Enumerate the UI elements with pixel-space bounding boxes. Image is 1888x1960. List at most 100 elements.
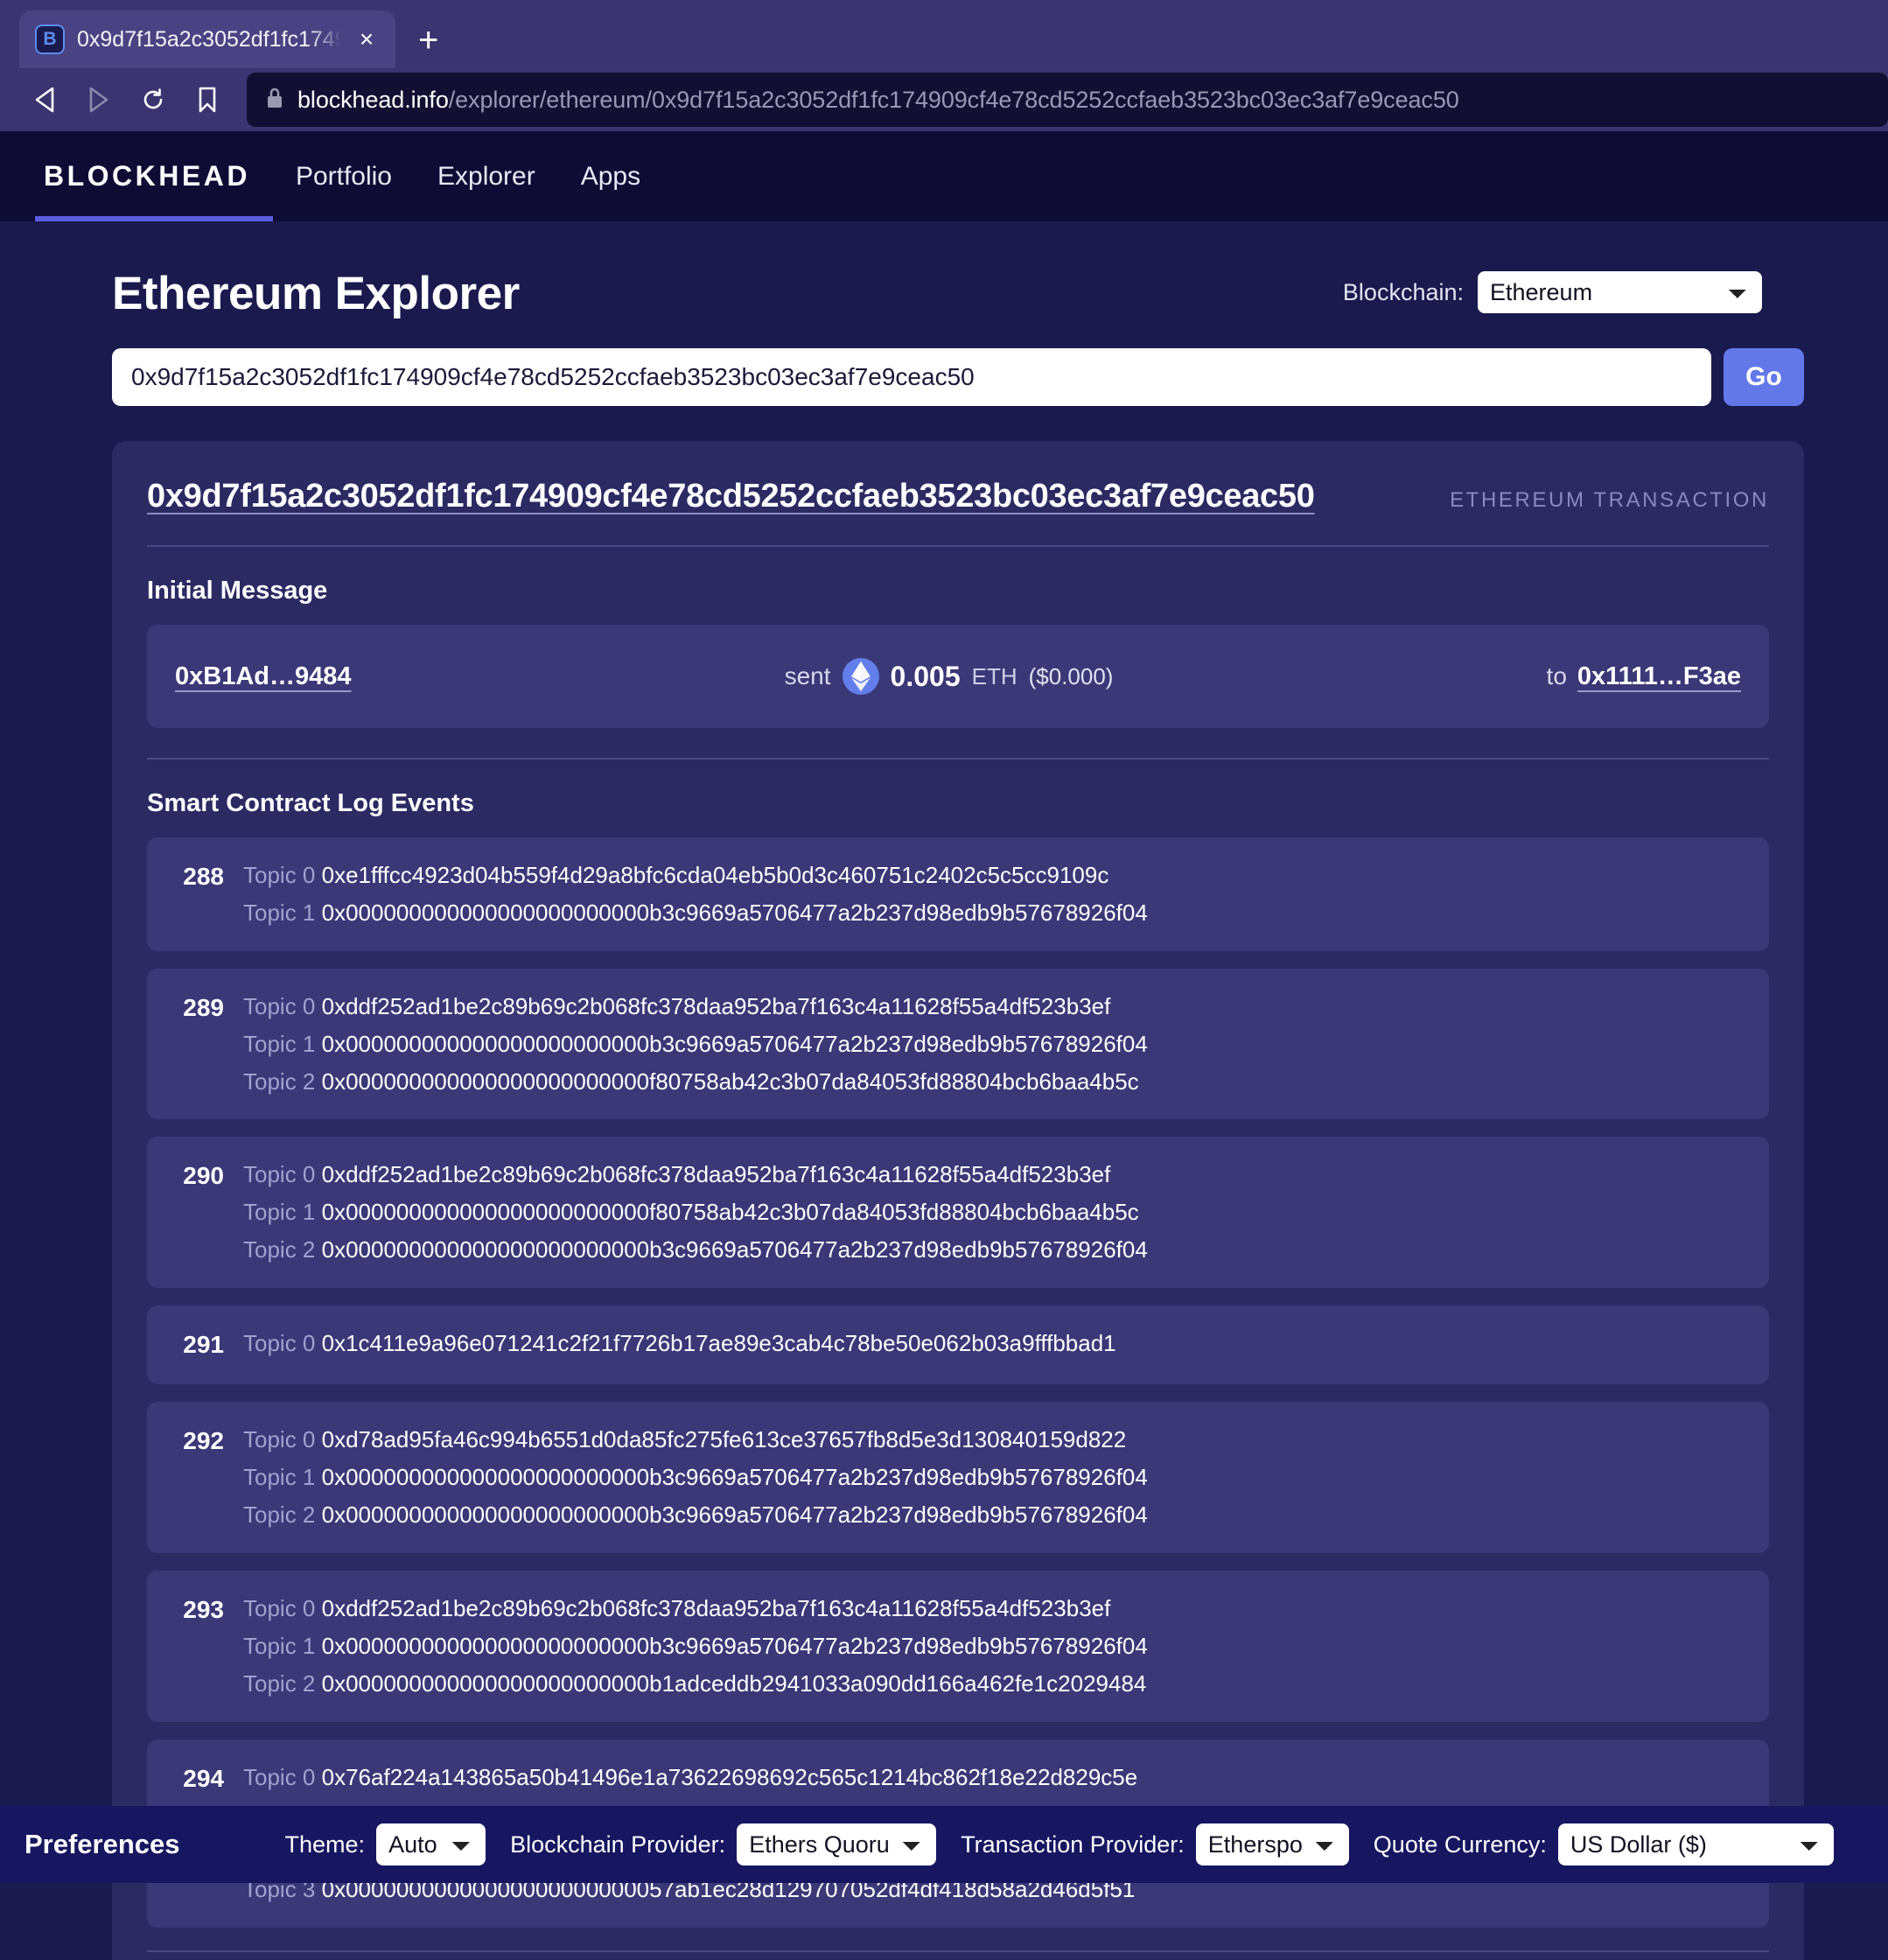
log-event-row: 291 Topic 0 0x1c411e9a96e071241c2f21f7726…: [147, 1306, 1769, 1385]
topic-label: Topic 1: [243, 1030, 316, 1057]
ethereum-icon: [842, 658, 879, 695]
topic-label: Topic 2: [243, 1068, 316, 1095]
browser-tab[interactable]: B 0x9d7f15a2c3052df1fc174909c ×: [19, 10, 395, 68]
log-event-topic: Topic 2 0x000000000000000000000000f80758…: [243, 1063, 1148, 1101]
brand-logo[interactable]: BLOCKHEAD: [35, 131, 273, 221]
url-bar-row: blockhead.info/explorer/ethereum/0x9d7f1…: [0, 68, 1888, 131]
lock-icon: [266, 87, 283, 114]
log-event-topic: Topic 0 0x76af224a143865a50b41496e1a7362…: [243, 1759, 1156, 1796]
topic-value: 0xd78ad95fa46c994b6551d0da85fc275fe613ce…: [321, 1426, 1127, 1453]
address-bar-text: blockhead.info/explorer/ethereum/0x9d7f1…: [297, 87, 1459, 114]
blockchain-provider-select[interactable]: Ethers Quorum: [737, 1824, 937, 1866]
transfer-symbol: ETH: [971, 662, 1017, 690]
sent-label: sent: [784, 662, 831, 690]
theme-group: Theme: Auto: [285, 1824, 486, 1866]
log-event-row: 288 Topic 0 0xe1fffcc4923d04b559f4d29a8bf…: [147, 837, 1769, 951]
topic-value: 0x000000000000000000000000b3c9669a570647…: [321, 1632, 1148, 1659]
recipient-group: to 0x1111…F3ae: [1547, 662, 1741, 691]
site-header: BLOCKHEAD Portfolio Explorer Apps: [0, 131, 1888, 221]
log-event-topic: Topic 1 0x000000000000000000000000b3c966…: [243, 894, 1148, 932]
topic-value: 0x000000000000000000000000b3c9669a570647…: [321, 1236, 1148, 1264]
transfer-fiat-value: ($0.000): [1028, 662, 1114, 690]
theme-label: Theme:: [284, 1830, 366, 1858]
log-event-topic: Topic 2 0x000000000000000000000000b3c966…: [243, 1231, 1148, 1269]
search-input[interactable]: [112, 348, 1711, 406]
transfer-summary: sent 0.005 ETH ($0.000): [784, 658, 1114, 695]
back-icon[interactable]: [17, 73, 72, 127]
transaction-provider-label: Transaction Provider:: [961, 1830, 1185, 1858]
topic-value: 0x000000000000000000000000b3c9669a570647…: [321, 899, 1148, 926]
topic-label: Topic 2: [243, 1670, 316, 1697]
page-top: Ethereum Explorer Blockchain: Ethereum: [0, 221, 1888, 320]
transaction-hash-link[interactable]: 0x9d7f15a2c3052df1fc174909cf4e78cd5252cc…: [147, 478, 1315, 515]
address-bar[interactable]: blockhead.info/explorer/ethereum/0x9d7f1…: [247, 73, 1888, 127]
to-address-link[interactable]: 0x1111…F3ae: [1577, 662, 1741, 691]
from-address-link[interactable]: 0xB1Ad…9484: [175, 662, 352, 691]
log-event-row: 292 Topic 0 0xd78ad95fa46c994b6551d0da85f…: [147, 1402, 1769, 1553]
nav-item-portfolio[interactable]: Portfolio: [273, 131, 415, 221]
log-event-index: 288: [183, 863, 224, 890]
browser-chrome: B 0x9d7f15a2c3052df1fc174909c × +: [0, 0, 1888, 131]
log-event-topics: Topic 0 0xe1fffcc4923d04b559f4d29a8bfc6c…: [243, 857, 1148, 932]
preferences-bar: Preferences Theme: Auto Blockchain Provi…: [0, 1806, 1888, 1883]
transaction-provider-select[interactable]: Etherspot: [1195, 1824, 1349, 1866]
topic-value: 0xddf252ad1be2c89b69c2b068fc378daa952ba7…: [321, 1594, 1111, 1621]
transaction-header: 0x9d7f15a2c3052df1fc174909cf4e78cd5252cc…: [147, 478, 1769, 547]
topic-label: Topic 0: [243, 1426, 316, 1453]
blockchain-selector-group: Blockchain: Ethereum: [1343, 271, 1846, 320]
log-event-row: 290 Topic 0 0xddf252ad1be2c89b69c2b068fc3…: [147, 1137, 1769, 1289]
reload-icon[interactable]: [126, 73, 180, 127]
log-event-index: 290: [183, 1162, 224, 1190]
tab-strip: B 0x9d7f15a2c3052df1fc174909c × +: [0, 0, 1888, 68]
favicon-icon: B: [35, 24, 65, 54]
forward-icon[interactable]: [72, 73, 126, 127]
go-button[interactable]: Go: [1724, 348, 1804, 406]
log-event-row: 289 Topic 0 0xddf252ad1be2c89b69c2b068fc3…: [147, 968, 1769, 1120]
url-path: /explorer/ethereum/0x9d7f15a2c3052df1fc1…: [448, 86, 1459, 113]
topic-label: Topic 1: [243, 1199, 316, 1226]
log-event-topic: Topic 2 0x000000000000000000000000b1adce…: [243, 1665, 1148, 1703]
log-events-title: Smart Contract Log Events: [147, 789, 474, 817]
topic-value: 0x000000000000000000000000b3c9669a570647…: [321, 1502, 1148, 1529]
close-icon[interactable]: ×: [353, 27, 380, 52]
blockchain-provider-label: Blockchain Provider:: [510, 1830, 726, 1858]
nav-item-apps[interactable]: Apps: [558, 131, 663, 221]
transaction-kind-label: ETHEREUM TRANSACTION: [1450, 488, 1769, 512]
topic-value: 0x000000000000000000000000f80758ab42c3b0…: [321, 1068, 1139, 1095]
topic-label: Topic 0: [243, 1763, 316, 1790]
initial-message-row: 0xB1Ad…9484 sent 0.005 ETH ($0.000) to 0…: [147, 625, 1769, 728]
page-title: Ethereum Explorer: [112, 268, 520, 319]
topic-label: Topic 2: [243, 1502, 316, 1529]
url-domain: blockhead.info: [297, 86, 449, 113]
topic-value: 0x1c411e9a96e071241c2f21f7726b17ae89e3ca…: [321, 1330, 1116, 1357]
to-label: to: [1546, 662, 1567, 690]
log-event-topics: Topic 0 0xddf252ad1be2c89b69c2b068fc378d…: [243, 988, 1148, 1101]
log-event-topic: Topic 0 0xddf252ad1be2c89b69c2b068fc378d…: [243, 1156, 1148, 1194]
topic-value: 0x000000000000000000000000f80758ab42c3b0…: [321, 1199, 1139, 1226]
topic-label: Topic 0: [243, 992, 316, 1019]
log-events-list: 288 Topic 0 0xe1fffcc4923d04b559f4d29a8bf…: [147, 837, 1769, 1928]
initial-message-title: Initial Message: [147, 577, 328, 605]
page-body: Ethereum Explorer Blockchain: Ethereum G…: [0, 221, 1888, 1960]
log-event-topic: Topic 1 0x000000000000000000000000b3c966…: [243, 1459, 1148, 1496]
topic-label: Topic 0: [243, 1161, 316, 1188]
topic-value: 0xe1fffcc4923d04b559f4d29a8bfc6cda04eb5b…: [321, 862, 1109, 888]
log-event-topic: Topic 0 0xe1fffcc4923d04b559f4d29a8bfc6c…: [243, 857, 1148, 894]
quote-currency-select[interactable]: US Dollar ($): [1557, 1824, 1834, 1866]
topic-value: 0x000000000000000000000000b1adceddb29410…: [321, 1670, 1147, 1697]
search-row: Go: [0, 320, 1888, 406]
topic-label: Topic 0: [243, 1330, 316, 1357]
quote-currency-label: Quote Currency:: [1373, 1830, 1547, 1858]
quote-currency-group: Quote Currency: US Dollar ($): [1374, 1824, 1834, 1866]
topic-label: Topic 2: [243, 1236, 316, 1264]
tab-title: 0x9d7f15a2c3052df1fc174909c: [77, 26, 341, 52]
log-event-topic: Topic 0 0xd78ad95fa46c994b6551d0da85fc27…: [243, 1421, 1148, 1459]
bookmark-icon[interactable]: [180, 73, 234, 127]
new-tab-icon[interactable]: +: [418, 23, 438, 58]
log-event-topic: Topic 1 0x000000000000000000000000b3c966…: [243, 1628, 1148, 1665]
topic-value: 0xddf252ad1be2c89b69c2b068fc378daa952ba7…: [321, 1161, 1111, 1188]
theme-select[interactable]: Auto: [376, 1824, 486, 1866]
nav-item-explorer[interactable]: Explorer: [415, 131, 558, 221]
blockchain-select[interactable]: Ethereum: [1478, 271, 1762, 313]
log-event-topic: Topic 1 0x000000000000000000000000b3c966…: [243, 1026, 1148, 1063]
